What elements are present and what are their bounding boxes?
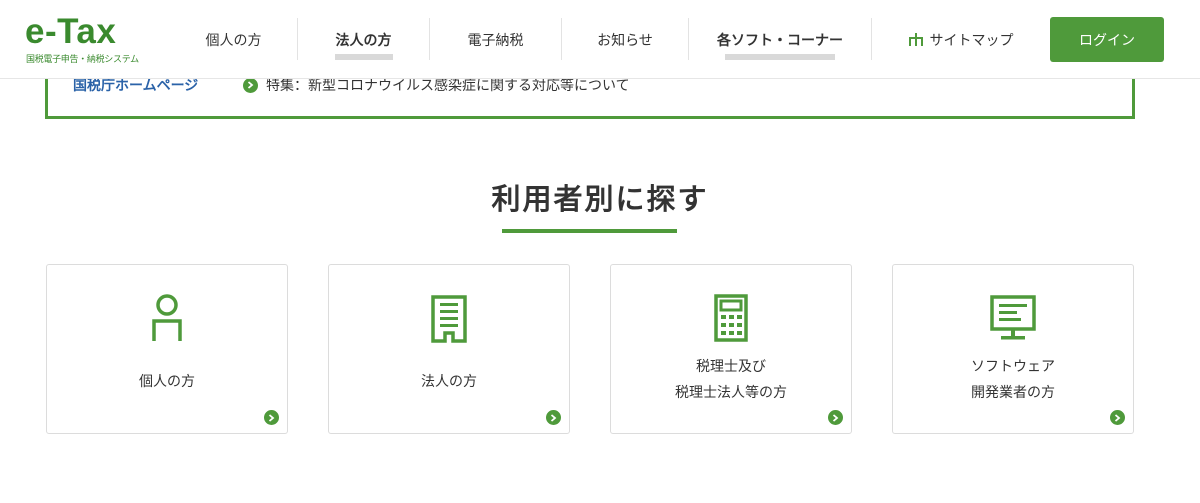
user-card-label: 法人の方 [421,374,477,390]
user-card-label-line2: 税理士法人等の方 [675,385,787,401]
person-icon [47,293,287,345]
chevron-right-circle-icon [828,410,843,425]
nav-item-label: サイトマップ [929,32,1014,49]
user-card-label-line1: ソフトウェア [971,359,1055,375]
section-title-underline [502,229,677,233]
chevron-right-circle-icon [546,410,561,425]
nav-item-sitemap[interactable]: サイトマップ [872,0,1050,79]
nav-item-active-bar [725,54,835,60]
user-card-individual[interactable]: 個人の方 [46,264,288,434]
nav-item-news[interactable]: お知らせ [562,0,688,79]
nav-item-label: 各ソフト・コーナー [717,32,843,49]
chevron-right-circle-icon [243,77,258,93]
section-title: 利用者別に探す [491,182,709,216]
nav-item-software-corner[interactable]: 各ソフト・コーナー [689,0,871,79]
user-card-label-line1: 税理士及び [696,359,766,375]
nav-item-individual[interactable]: 個人の方 [170,0,297,79]
nav-item-label: 個人の方 [205,32,262,49]
user-card-tax-accountant[interactable]: 税理士及び 税理士法人等の方 [610,264,852,434]
site-header: e-Tax 国税電子申告・納税システム 個人の方 法人の方 電子納税 お知らせ … [0,0,1200,79]
login-button[interactable]: ログイン [1050,17,1164,62]
sitemap-icon [908,33,923,46]
chevron-right-circle-icon [264,410,279,425]
chevron-right-circle-icon [1110,410,1125,425]
logo-wordmark: e-Tax [25,12,117,51]
nav-item-label: 法人の方 [335,32,392,49]
logo-subtitle: 国税電子申告・納税システム [26,55,139,65]
building-icon [329,293,569,345]
nav-item-active-bar [334,54,393,60]
user-card-label-line2: 開発業者の方 [971,385,1055,401]
nav-item-e-payment[interactable]: 電子納税 [430,0,561,79]
user-card-software-developer[interactable]: ソフトウェア 開発業者の方 [892,264,1134,434]
nav-item-corporation[interactable]: 法人の方 [298,0,429,79]
nav-item-label: 電子納税 [467,32,524,49]
monitor-icon [893,293,1133,345]
user-card-corporation[interactable]: 法人の方 [328,264,570,434]
calculator-icon [611,293,851,345]
nav-item-label: お知らせ [597,32,653,49]
etax-logo[interactable]: e-Tax 国税電子申告・納税システム [25,12,145,66]
user-card-label: 個人の方 [139,374,195,390]
